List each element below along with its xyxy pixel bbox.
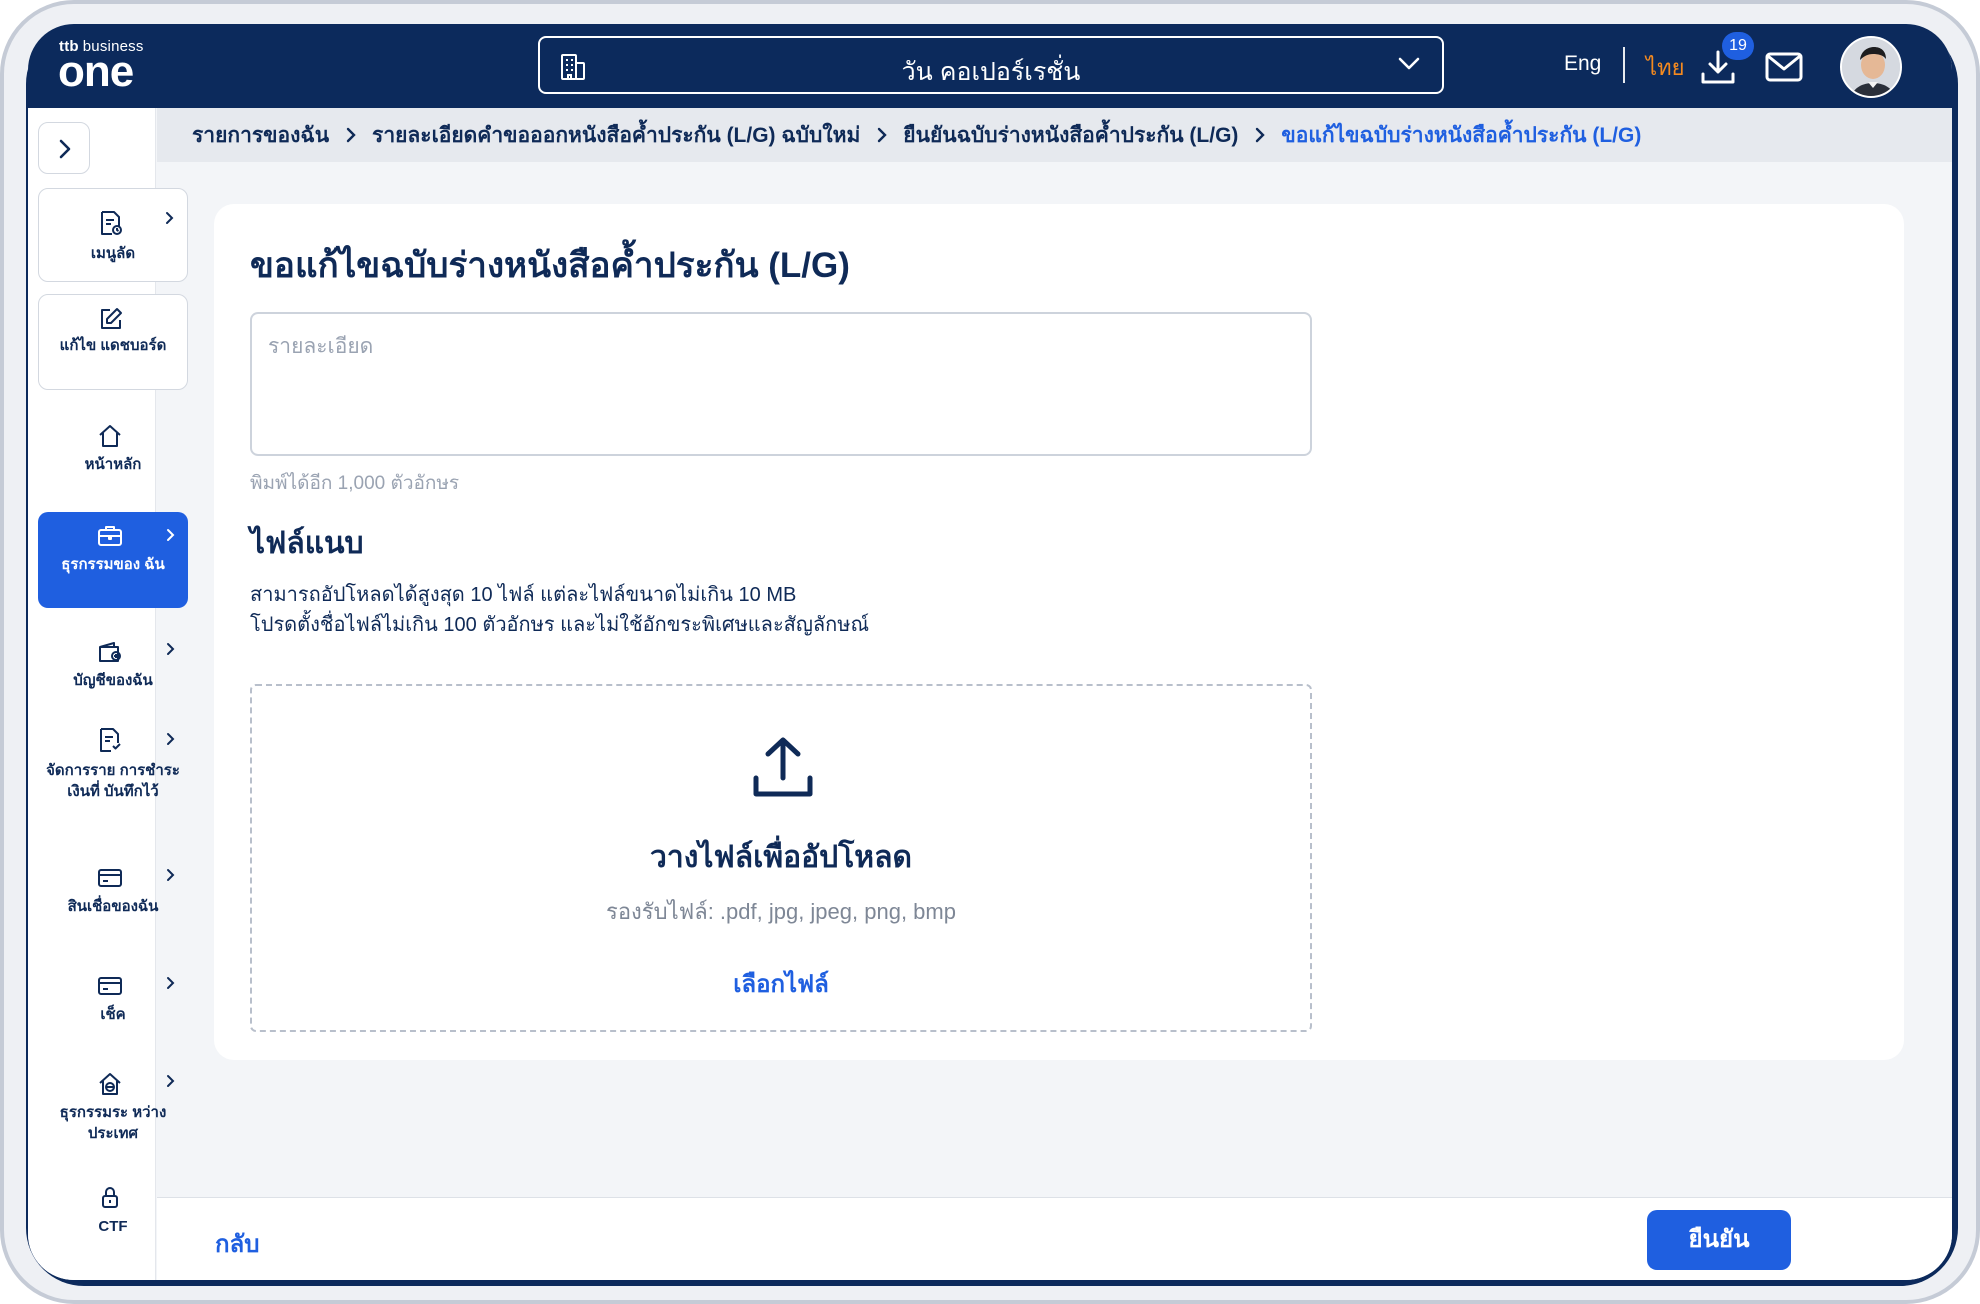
chevron-right-icon	[167, 977, 175, 989]
card-icon	[98, 869, 122, 887]
sidebar-item-label: หน้าหลัก	[84, 456, 142, 473]
chevron-right-icon	[167, 643, 175, 655]
edit-request-card: ขอแก้ไขฉบับร่างหนังสือค้ำประกัน (L/G) พิ…	[214, 204, 1904, 1060]
confirm-button[interactable]: ยืนยัน	[1647, 1210, 1791, 1270]
sidebar-item-home[interactable]: หน้าหลัก	[38, 404, 188, 490]
detail-input[interactable]	[268, 330, 1288, 438]
sidebar-item-label: บัญชีของฉัน	[73, 672, 153, 689]
international-icon	[99, 1073, 121, 1095]
top-bar: ttb business one วัน คอเปอร์เรชั่น Eng ไท…	[28, 24, 1952, 108]
chevron-right-icon	[166, 212, 174, 224]
company-name: วัน คอเปอร์เรชั่น	[901, 58, 1081, 86]
chevron-right-icon	[167, 869, 175, 881]
language-thai[interactable]: ไทย	[1646, 50, 1684, 85]
dropzone-title: วางไฟล์เพื่ออัปโหลด	[650, 841, 912, 874]
sidebar-item-cheque[interactable]: เช็ค	[38, 964, 188, 1044]
file-dropzone[interactable]: วางไฟล์เพื่ออัปโหลด รองรับไฟล์: .pdf, jp…	[250, 684, 1312, 1032]
breadcrumb-confirm-draft[interactable]: ยืนยันฉบับร่างหนังสือค้ำประกัน (L/G)	[903, 119, 1238, 152]
chevron-right-icon	[1254, 126, 1266, 144]
saved-payment-icon	[100, 728, 121, 752]
sidebar-item-label: สินเชื่อของฉัน	[67, 898, 159, 915]
choose-file-link[interactable]: เลือกไฟล์	[252, 964, 1310, 1003]
briefcase-icon	[98, 526, 122, 546]
home-icon	[99, 425, 121, 447]
wallet-icon	[99, 642, 121, 662]
user-photo-icon	[1842, 38, 1900, 96]
attachment-naming-note: โปรดตั้งชื่อไฟล์ไม่เกิน 100 ตัวอักษร และ…	[250, 614, 870, 636]
sidebar-item-label: ธุรกรรมระ หว่างประเทศ	[59, 1104, 167, 1142]
sidebar-item-international[interactable]: ธุรกรรมระ หว่างประเทศ	[38, 1062, 188, 1162]
detail-field[interactable]	[250, 312, 1312, 456]
breadcrumb-my-items[interactable]: รายการของฉัน	[192, 119, 329, 152]
sidebar-item-saved-payments[interactable]: จัดการราย การชำระเงินที่ บันทึกไว้	[38, 718, 188, 838]
language-english[interactable]: Eng	[1564, 52, 1601, 76]
download-count-badge: 19	[1722, 32, 1754, 60]
sidebar-item-edit-dashboard[interactable]: แก้ไข แดชบอร์ด	[38, 294, 188, 390]
char-remaining-hint: พิมพ์ได้อีก 1,000 ตัวอักษร	[250, 473, 460, 494]
cheque-icon	[98, 977, 122, 995]
sidebar-item-label: เช็ค	[100, 1006, 126, 1023]
sidebar-item-label: แก้ไข แดชบอร์ด	[59, 337, 167, 354]
language-divider	[1623, 47, 1625, 83]
sidebar-item-label: จัดการราย การชำระเงินที่ บันทึกไว้	[46, 762, 180, 800]
sidebar-item-my-loans[interactable]: สินเชื่อของฉัน	[38, 854, 188, 934]
shortcut-menu-icon	[101, 211, 122, 235]
chevron-right-icon	[59, 139, 71, 159]
sidebar-toggle-button[interactable]	[38, 122, 90, 174]
user-avatar[interactable]	[1840, 36, 1902, 98]
breadcrumb-request-details[interactable]: รายละเอียดคำขอออกหนังสือค้ำประกัน (L/G) …	[372, 119, 860, 152]
breadcrumb: รายการของฉัน รายละเอียดคำขอออกหนังสือค้ำ…	[157, 108, 1952, 162]
lock-icon	[102, 1187, 118, 1208]
sidebar-item-my-accounts[interactable]: บัญชีของฉัน	[38, 628, 188, 708]
sidebar-item-label: เมนูลัด	[90, 245, 136, 262]
chevron-right-icon	[345, 126, 357, 144]
breadcrumb-current: ขอแก้ไขฉบับร่างหนังสือค้ำประกัน (L/G)	[1281, 123, 1642, 147]
chevron-right-icon	[167, 1075, 175, 1087]
chevron-right-icon	[167, 733, 175, 745]
sidebar-item-label: ธุรกรรมของ ฉัน	[61, 556, 165, 573]
brand-logo[interactable]: ttb business one	[58, 36, 168, 96]
company-selector[interactable]: วัน คอเปอร์เรชั่น	[538, 36, 1444, 94]
upload-icon	[753, 737, 813, 797]
attachment-limit-note: สามารถอัปโหลดได้สูงสุด 10 ไฟล์ แต่ละไฟล์…	[250, 584, 797, 606]
app-screen: ttb business one วัน คอเปอร์เรชั่น Eng ไท…	[28, 24, 1952, 1280]
back-button[interactable]: กลับ	[215, 1224, 259, 1263]
page-title: ขอแก้ไขฉบับร่างหนังสือค้ำประกัน (L/G)	[250, 246, 850, 285]
chevron-right-icon	[876, 126, 888, 144]
sidebar-item-my-transactions[interactable]: ธุรกรรมของ ฉัน	[38, 512, 188, 608]
brand-name: one	[58, 47, 134, 96]
chevron-right-icon	[167, 529, 175, 541]
sidebar: เมนูลัด แก้ไข แดชบอร์ด หน้าหลัก ธุรกรรมข…	[28, 108, 188, 1280]
mail-icon[interactable]	[1764, 51, 1804, 83]
chevron-down-icon	[1398, 57, 1420, 70]
footer-bar: กลับ ยืนยัน	[157, 1197, 1952, 1280]
sidebar-item-shortcut[interactable]: เมนูลัด	[38, 188, 188, 282]
supported-formats: รองรับไฟล์: .pdf, jpg, jpeg, png, bmp	[606, 899, 956, 924]
edit-icon	[101, 308, 122, 329]
attachment-heading: ไฟล์แนบ	[250, 527, 364, 560]
